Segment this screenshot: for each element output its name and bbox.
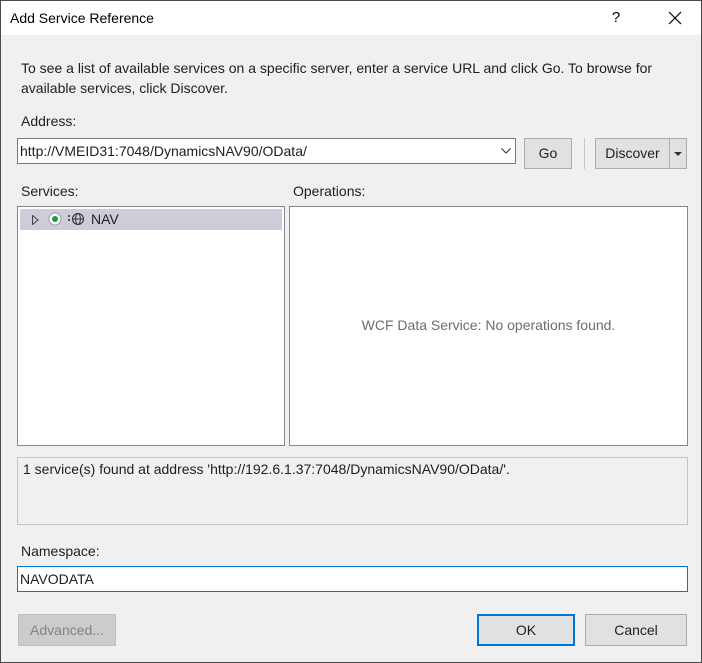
add-service-reference-dialog: Add Service Reference ? To see a list of…: [0, 0, 702, 663]
chevron-down-icon: [501, 148, 511, 154]
operations-label: Operations:: [293, 183, 366, 199]
namespace-label: Namespace:: [21, 543, 100, 559]
title-bar: Add Service Reference ?: [1, 1, 701, 35]
discover-button[interactable]: Discover: [595, 138, 670, 169]
namespace-input[interactable]: [17, 566, 688, 592]
instructions-text: To see a list of available services on a…: [21, 60, 653, 96]
address-label: Address:: [21, 113, 77, 129]
ok-button[interactable]: OK: [477, 614, 575, 646]
web-service-globe-icon: [68, 212, 85, 226]
advanced-button: Advanced...: [18, 614, 116, 646]
address-dropdown-toggle[interactable]: [497, 139, 515, 163]
close-button[interactable]: [653, 1, 697, 35]
operations-list[interactable]: WCF Data Service: No operations found.: [289, 206, 688, 446]
operations-empty-message: WCF Data Service: No operations found.: [361, 317, 616, 333]
address-combobox[interactable]: http://VMEID31:7048/DynamicsNAV90/OData/: [17, 138, 516, 164]
expand-triangle-icon[interactable]: [32, 215, 39, 225]
help-button[interactable]: ?: [601, 1, 631, 35]
service-running-icon: [48, 212, 62, 226]
status-message-box: 1 service(s) found at address 'http://19…: [17, 457, 688, 525]
window-title: Add Service Reference: [10, 10, 154, 26]
tree-item-nav[interactable]: NAV: [20, 209, 282, 230]
go-button[interactable]: Go: [524, 138, 572, 169]
status-message: 1 service(s) found at address 'http://19…: [23, 461, 510, 477]
caret-down-icon: [674, 152, 682, 156]
services-label: Services:: [21, 183, 79, 199]
tree-item-label: NAV: [91, 211, 119, 227]
services-tree[interactable]: NAV: [17, 206, 285, 446]
close-icon: [668, 11, 682, 25]
discover-dropdown-button[interactable]: [669, 138, 687, 169]
address-value: http://VMEID31:7048/DynamicsNAV90/OData/: [20, 143, 307, 159]
toolbar-separator: [584, 138, 585, 169]
cancel-button[interactable]: Cancel: [585, 614, 687, 646]
